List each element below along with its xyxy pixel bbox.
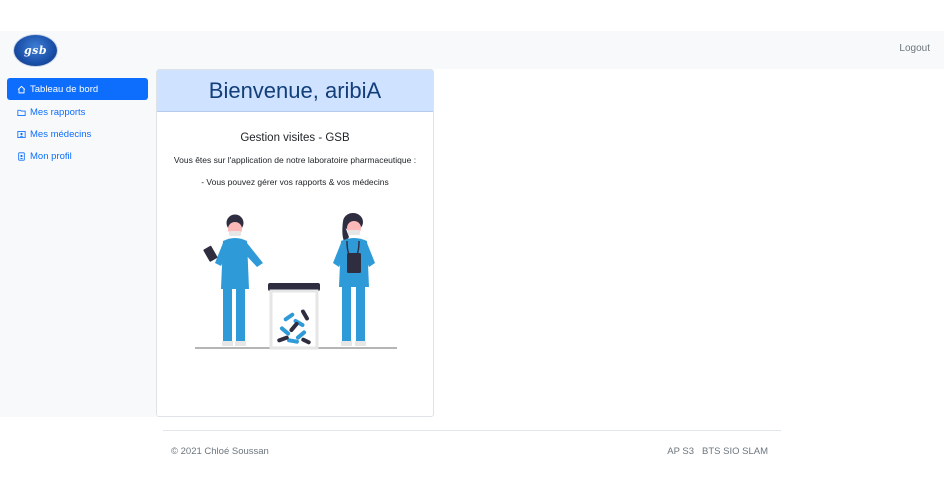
sidebar-item-label: Mon profil (30, 150, 72, 162)
sidebar-item-mon-profil[interactable]: Mon profil (7, 145, 148, 167)
house-icon (16, 84, 27, 95)
person-badge-icon (16, 151, 27, 162)
logo-text: gsb (23, 44, 48, 57)
gsb-logo[interactable]: gsb (14, 35, 57, 66)
footer-link-bts-sio-slam[interactable]: BTS SIO SLAM (702, 446, 768, 457)
top-navbar: gsb Logout (0, 31, 944, 69)
footer-divider (163, 430, 781, 431)
sidebar-item-mes-rapports[interactable]: Mes rapports (7, 101, 148, 123)
app-subtitle: Gestion visites - GSB (240, 132, 350, 144)
footer-links: AP S3 BTS SIO SLAM (667, 446, 768, 457)
welcome-card: Bienvenue, aribiA Gestion visites - GSB … (156, 69, 434, 417)
folder-icon (16, 107, 27, 118)
logout-link[interactable]: Logout (899, 43, 930, 54)
sidebar-item-label: Mes médecins (30, 128, 92, 140)
sidebar-item-mes-medecins[interactable]: Mes médecins (7, 123, 148, 145)
footer-link-ap-s3[interactable]: AP S3 (667, 446, 694, 457)
right-doctor-figure (333, 213, 375, 346)
feature-text: - Vous pouvez gérer vos rapports & vos m… (201, 177, 389, 187)
left-doctor-figure (203, 214, 263, 346)
sidebar-item-label: Mes rapports (30, 106, 86, 118)
doctors-illustration (195, 213, 397, 350)
sidebar-item-label: Tableau de bord (30, 83, 99, 95)
footer-copyright: © 2021 Chloé Soussan (171, 446, 269, 457)
intro-text: Vous êtes sur l'application de notre lab… (173, 155, 417, 165)
sidebar-item-tableau-de-bord[interactable]: Tableau de bord (7, 78, 148, 100)
welcome-title: Bienvenue, aribiA (157, 70, 433, 112)
sidebar: Tableau de bord Mes rapports Mes médecin… (0, 69, 156, 417)
pill-jar-figure (268, 283, 320, 350)
person-card-icon (16, 129, 27, 140)
